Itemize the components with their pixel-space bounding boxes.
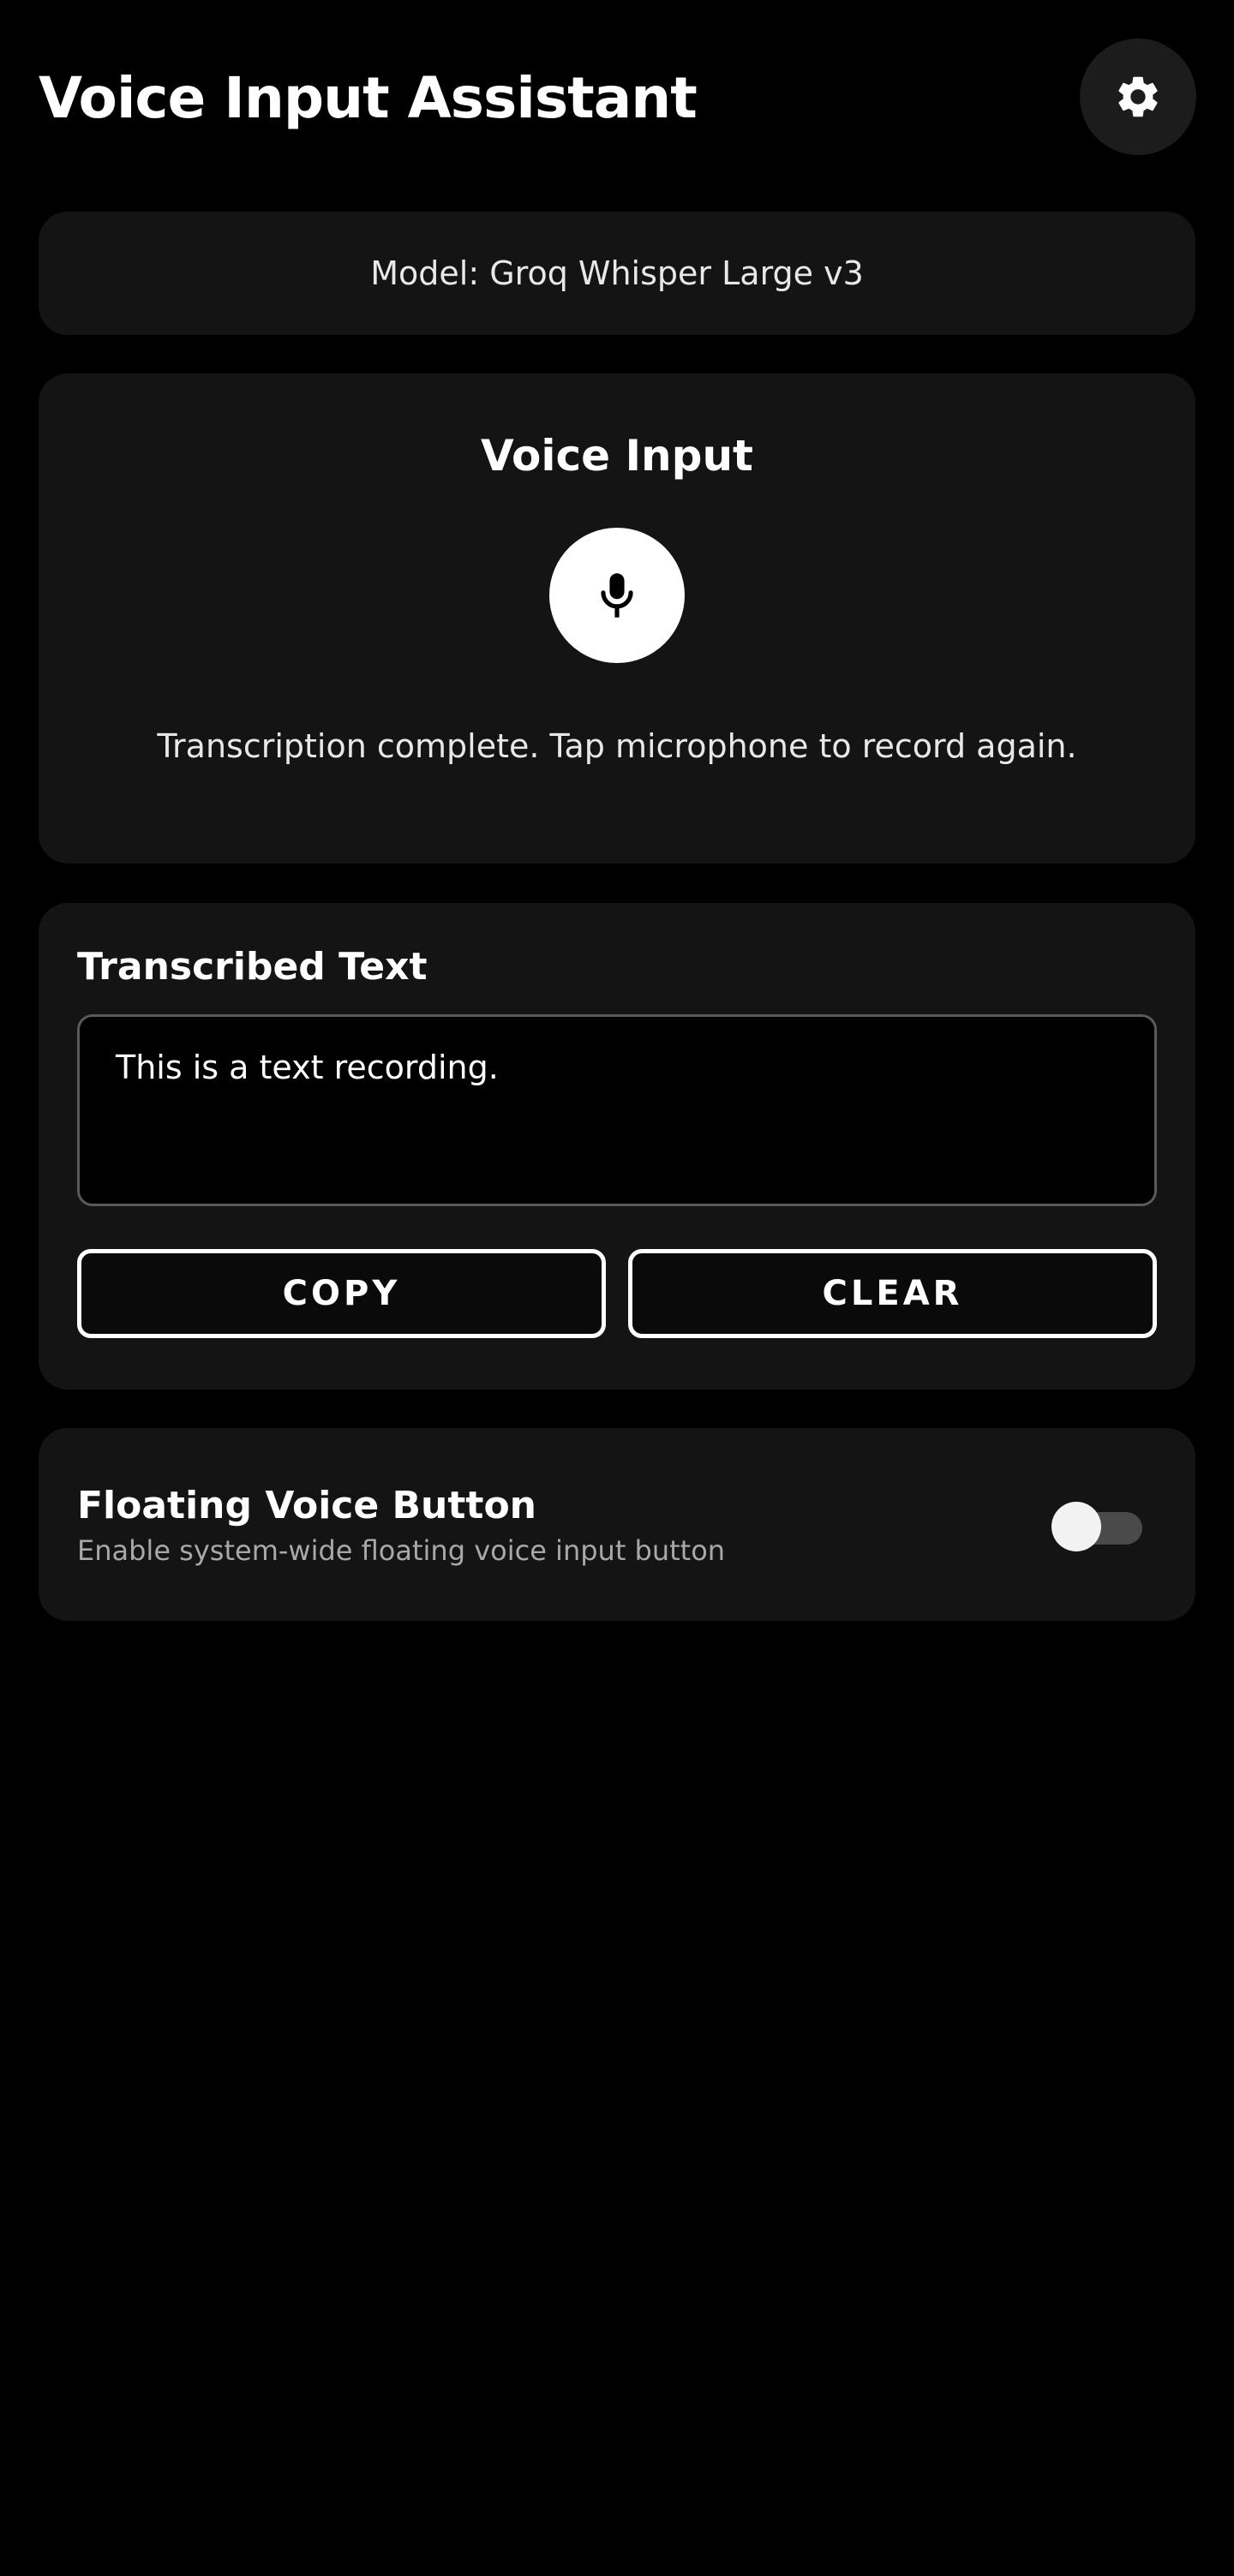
model-card: Model: Groq Whisper Large v3 xyxy=(39,212,1195,335)
copy-button[interactable]: COPY xyxy=(77,1249,606,1338)
transcribed-text-card: Transcribed Text This is a text recordin… xyxy=(39,903,1195,1390)
microphone-button[interactable] xyxy=(549,528,685,663)
app-screen: Voice Input Assistant Model: Groq Whispe… xyxy=(0,0,1234,2576)
voice-input-heading: Voice Input xyxy=(481,431,753,481)
voice-status-text: Transcription complete. Tap microphone t… xyxy=(157,727,1077,765)
floating-voice-description: Enable system-wide floating voice input … xyxy=(77,1534,726,1567)
gear-icon xyxy=(1113,72,1163,122)
page-title: Voice Input Assistant xyxy=(39,65,698,131)
clear-button[interactable]: CLEAR xyxy=(628,1249,1157,1338)
transcribed-text-field[interactable]: This is a text recording. xyxy=(77,1014,1157,1206)
floating-voice-toggle[interactable] xyxy=(1051,1502,1146,1553)
toggle-thumb xyxy=(1051,1502,1101,1551)
voice-input-card: Voice Input Transcription complete. Tap … xyxy=(39,374,1195,864)
floating-voice-card: Floating Voice Button Enable system-wide… xyxy=(39,1428,1195,1621)
model-label: Model: Groq Whisper Large v3 xyxy=(370,254,864,292)
floating-voice-heading: Floating Voice Button xyxy=(77,1484,536,1527)
settings-button[interactable] xyxy=(1080,39,1196,155)
transcribed-text-heading: Transcribed Text xyxy=(77,945,428,989)
microphone-icon xyxy=(595,570,639,621)
